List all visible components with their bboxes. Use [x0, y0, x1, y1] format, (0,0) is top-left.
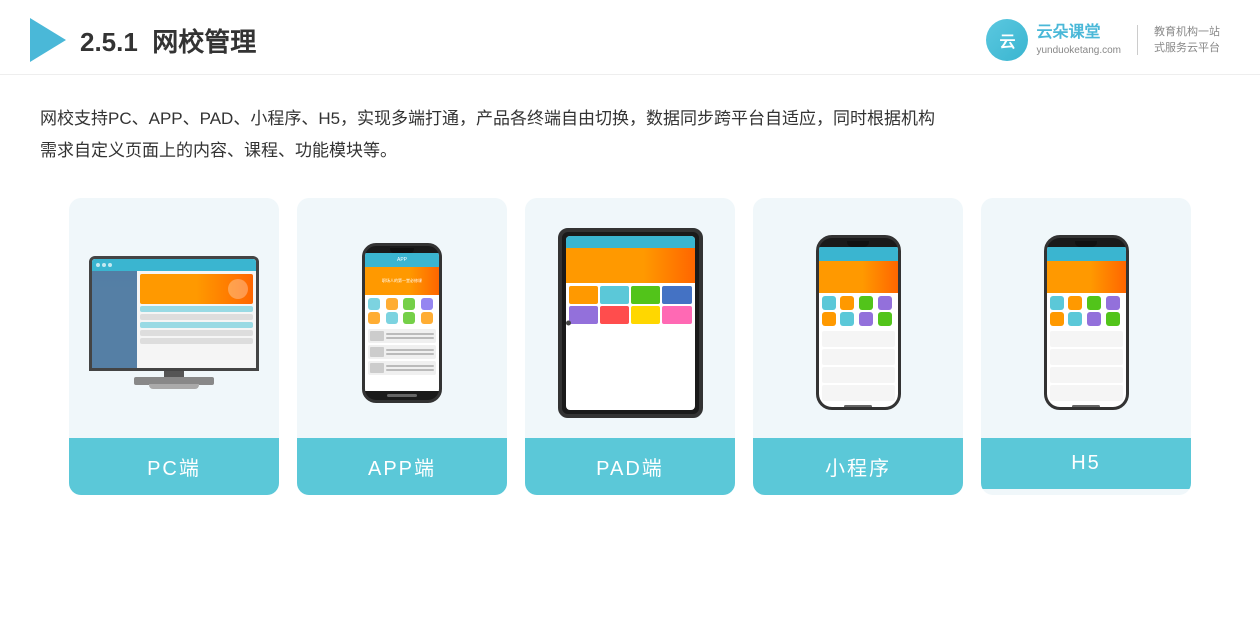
page-title: 2.5.1 网校管理: [80, 22, 256, 59]
description-line2: 需求自定义页面上的内容、课程、功能模块等。: [40, 135, 1220, 167]
h5-phone-body: [1044, 235, 1129, 410]
card-app-label: APP端: [297, 438, 507, 495]
card-pad: PAD端: [525, 198, 735, 495]
brand-slogan: 教育机构一站 式服务云平台: [1154, 24, 1220, 57]
description-line1: 网校支持PC、APP、PAD、小程序、H5，实现多端打通，产品各终端自由切换，数…: [40, 103, 1220, 135]
card-pad-image: [525, 198, 735, 438]
logo-divider: [1137, 25, 1138, 55]
mini-phone-body: [816, 235, 901, 410]
brand-logo-icon: [986, 19, 1028, 61]
brand-logo: 云朵课堂 yunduoketang.com 教育机构一站 式服务云平台: [986, 19, 1220, 61]
card-miniprogram: 小程序: [753, 198, 963, 495]
card-pc-label: PC端: [69, 438, 279, 495]
card-app: APP 职场人的第一堂必修课: [297, 198, 507, 495]
description-block: 网校支持PC、APP、PAD、小程序、H5，实现多端打通，产品各终端自由切换，数…: [0, 75, 1260, 188]
mini-screen: [819, 247, 898, 407]
header-left: 2.5.1 网校管理: [30, 18, 256, 62]
card-h5-image: [981, 198, 1191, 438]
card-pc: PC端: [69, 198, 279, 495]
cards-section: PC端 APP 职场人的第一堂必修课: [0, 188, 1260, 515]
header: 2.5.1 网校管理 云朵课堂 yunduoketang.com 教育机构一站 …: [0, 0, 1260, 75]
pc-device-mock: [89, 256, 259, 389]
brand-text: 云朵课堂 yunduoketang.com: [1036, 22, 1121, 58]
pad-device-mock: [558, 228, 703, 418]
pad-body: [558, 228, 703, 418]
card-h5: H5: [981, 198, 1191, 495]
card-pc-image: [69, 198, 279, 438]
phone-notch: [390, 248, 414, 253]
app-device-mock: APP 职场人的第一堂必修课: [362, 243, 442, 403]
card-h5-label: H5: [981, 438, 1191, 489]
logo-arrow-icon: [30, 18, 66, 62]
mini-device-mock: [816, 235, 901, 410]
card-app-image: APP 职场人的第一堂必修课: [297, 198, 507, 438]
card-mini-label: 小程序: [753, 438, 963, 495]
card-pad-label: PAD端: [525, 438, 735, 495]
pad-screen: [566, 236, 695, 410]
pc-screen: [89, 256, 259, 371]
h5-device-mock: [1044, 235, 1129, 410]
card-mini-image: [753, 198, 963, 438]
phone-screen: APP 职场人的第一堂必修课: [365, 253, 439, 391]
app-phone-body: APP 职场人的第一堂必修课: [362, 243, 442, 403]
pad-camera: [566, 320, 571, 325]
phone-home: [387, 394, 417, 397]
h5-screen: [1047, 247, 1126, 407]
